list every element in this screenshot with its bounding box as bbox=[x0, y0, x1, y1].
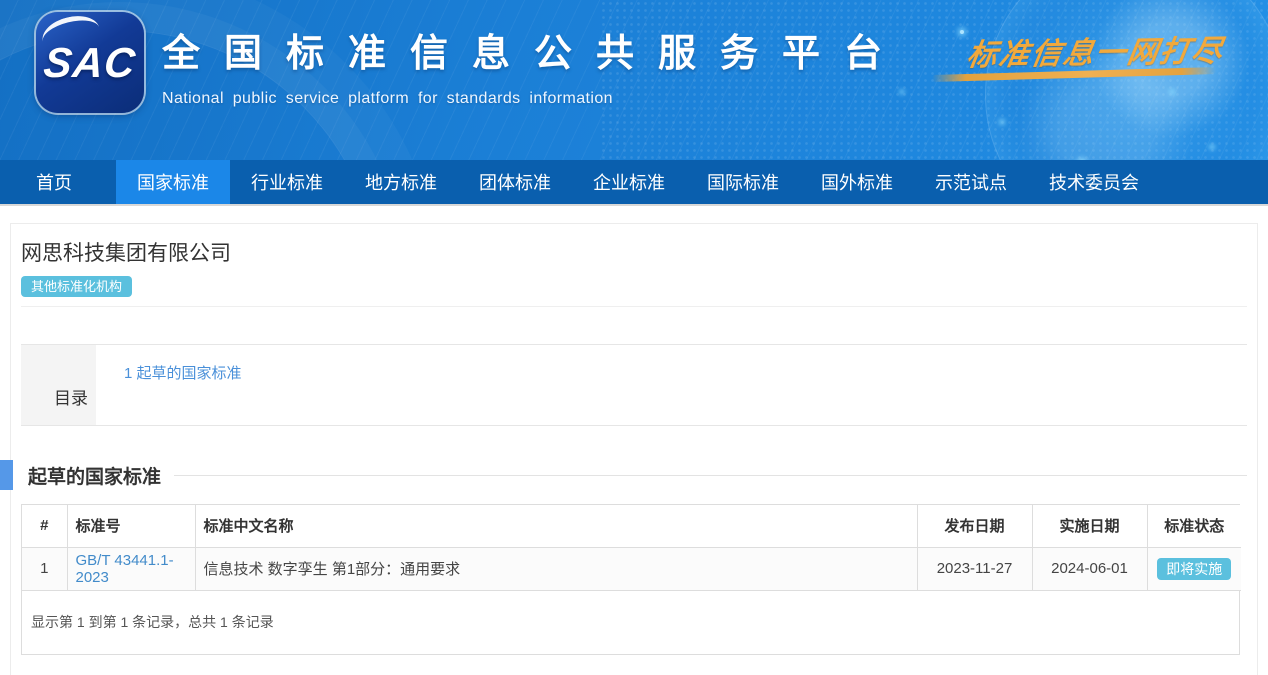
organization-name: 网思科技集团有限公司 bbox=[21, 241, 1247, 267]
toc-link-drafted-national-standards[interactable]: 1 起草的国家标准 bbox=[124, 365, 242, 382]
column-header-publish-date: 发布日期 bbox=[917, 505, 1032, 547]
content-container: 网思科技集团有限公司 其他标准化机构 目录 1 起草的国家标准 起草的国家标准 bbox=[10, 223, 1258, 675]
section-accent-bar bbox=[0, 460, 13, 490]
nav-item-technical-committees[interactable]: 技术委员会 bbox=[1028, 160, 1160, 204]
toc-body: 1 起草的国家标准 bbox=[96, 345, 1247, 425]
cell-name-cn: 信息技术 数字孪生 第1部分：通用要求 bbox=[195, 547, 917, 590]
status-badge: 即将实施 bbox=[1157, 558, 1231, 580]
nav-item-international-standards[interactable]: 国际标准 bbox=[686, 160, 800, 204]
table-header-row: # 标准号 标准中文名称 发布日期 实施日期 标准状态 bbox=[22, 505, 1241, 547]
site-header: SAC 全国标准信息公共服务平台 National public service… bbox=[0, 0, 1268, 160]
nav-item-enterprise-standards[interactable]: 企业标准 bbox=[572, 160, 686, 204]
nav-item-local-standards[interactable]: 地方标准 bbox=[344, 160, 458, 204]
organization-category-badge: 其他标准化机构 bbox=[21, 276, 132, 297]
globe-decoration bbox=[985, 0, 1268, 160]
nav-item-group-standards[interactable]: 团体标准 bbox=[458, 160, 572, 204]
sac-logo-text: SAC bbox=[42, 39, 139, 87]
glow-dots-decoration bbox=[960, 30, 964, 34]
column-header-index: # bbox=[22, 505, 67, 547]
cell-index: 1 bbox=[22, 547, 67, 590]
cell-publish-date: 2023-11-27 bbox=[917, 547, 1032, 590]
nav-item-pilot-projects[interactable]: 示范试点 bbox=[914, 160, 1028, 204]
column-header-implement-date: 实施日期 bbox=[1032, 505, 1147, 547]
table-record-summary: 显示第 1 到第 1 条记录，总共 1 条记录 bbox=[22, 591, 1239, 654]
site-subtitle: National public service platform for sta… bbox=[162, 90, 906, 108]
standards-table-wrapper: # 标准号 标准中文名称 发布日期 实施日期 标准状态 1 GB/T 43441… bbox=[21, 504, 1240, 655]
sac-logo[interactable]: SAC bbox=[36, 12, 144, 113]
cell-implement-date: 2024-06-01 bbox=[1032, 547, 1147, 590]
page: SAC 全国标准信息公共服务平台 National public service… bbox=[0, 0, 1268, 675]
cell-standard-no: GB/T 43441.1-2023 bbox=[67, 547, 195, 590]
toc-label: 目录 bbox=[21, 345, 96, 425]
column-header-status: 标准状态 bbox=[1147, 505, 1241, 547]
divider bbox=[21, 306, 1247, 307]
standards-table: # 标准号 标准中文名称 发布日期 实施日期 标准状态 1 GB/T 43441… bbox=[22, 505, 1241, 591]
section-title: 起草的国家标准 bbox=[28, 462, 161, 489]
section-header: 起草的国家标准 bbox=[21, 460, 1247, 490]
main-navbar: 首页 国家标准 行业标准 地方标准 团体标准 企业标准 国际标准 国外标准 示范… bbox=[0, 160, 1268, 206]
nav-item-home[interactable]: 首页 bbox=[14, 160, 94, 204]
standard-number-link[interactable]: GB/T 43441.1-2023 bbox=[76, 552, 174, 586]
cell-status: 即将实施 bbox=[1147, 547, 1241, 590]
site-title-block: 全国标准信息公共服务平台 National public service pla… bbox=[162, 22, 906, 108]
section-rule-line bbox=[174, 475, 1247, 476]
nav-item-foreign-standards[interactable]: 国外标准 bbox=[800, 160, 914, 204]
site-title: 全国标准信息公共服务平台 bbox=[162, 22, 906, 77]
nav-item-industry-standards[interactable]: 行业标准 bbox=[230, 160, 344, 204]
column-header-standard-no: 标准号 bbox=[67, 505, 195, 547]
column-header-name-cn: 标准中文名称 bbox=[195, 505, 917, 547]
nav-item-national-standards[interactable]: 国家标准 bbox=[116, 160, 230, 204]
table-row: 1 GB/T 43441.1-2023 信息技术 数字孪生 第1部分：通用要求 … bbox=[22, 547, 1241, 590]
table-of-contents: 目录 1 起草的国家标准 bbox=[21, 344, 1247, 426]
